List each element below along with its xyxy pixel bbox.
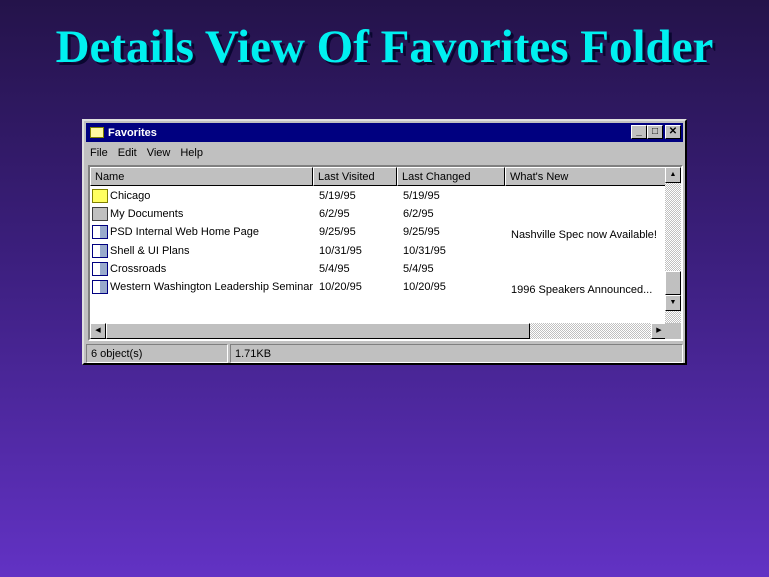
minimize-button[interactable]: _ [631, 125, 647, 139]
slide-title: Details View Of Favorites Folder [55, 21, 714, 73]
item-last-changed: 9/25/95 [403, 226, 440, 239]
item-last-changed: 10/20/95 [403, 281, 446, 293]
status-size: 1.71KB [230, 344, 683, 363]
list-item[interactable]: Chicago 5/19/95 5/19/95 [90, 187, 667, 205]
item-whats-new: 1996 Speakers Announced... [511, 284, 653, 296]
column-headers: Name Last Visited Last Changed What's Ne… [90, 167, 669, 186]
item-last-visited: 9/25/95 [319, 226, 356, 239]
list-item[interactable]: Shell & UI Plans 10/31/95 10/31/95 [90, 242, 667, 260]
menu-bar: File Edit View Help [90, 147, 203, 159]
scroll-corner [665, 323, 681, 339]
menu-view[interactable]: View [147, 147, 171, 159]
scroll-left-button[interactable]: ◀ [90, 323, 106, 339]
item-whats-new: Nashville Spec now Available! [511, 229, 657, 242]
folder-shortcut-icon [92, 189, 108, 203]
scroll-down-button[interactable]: ▼ [665, 295, 681, 311]
file-list: Name Last Visited Last Changed What's Ne… [88, 165, 683, 341]
status-object-count: 6 object(s) [86, 344, 228, 363]
title-bar[interactable]: Favorites _ □ ✕ [86, 123, 683, 142]
close-button[interactable]: ✕ [665, 125, 681, 139]
maximize-button[interactable]: □ [647, 125, 663, 139]
list-item[interactable]: PSD Internal Web Home Page 9/25/95 9/25/… [90, 223, 667, 241]
column-header-last-changed[interactable]: Last Changed [397, 167, 505, 186]
internet-shortcut-icon [92, 243, 108, 258]
item-last-changed: 5/4/95 [403, 262, 434, 275]
window-title: Favorites [108, 126, 157, 139]
menu-edit[interactable]: Edit [118, 147, 137, 159]
status-bar: 6 object(s) 1.71KB [86, 344, 683, 363]
item-name: My Documents [110, 208, 184, 221]
item-last-changed: 10/31/95 [403, 244, 446, 257]
column-header-last-visited[interactable]: Last Visited [313, 167, 397, 186]
item-last-changed: 5/19/95 [403, 190, 440, 202]
horizontal-scrollbar[interactable]: ◀ ▶ [90, 323, 667, 339]
menu-file[interactable]: File [90, 147, 108, 159]
menu-help[interactable]: Help [180, 147, 203, 159]
list-item[interactable]: Western Washington Leadership Seminar 10… [90, 278, 667, 296]
item-name: Chicago [110, 190, 151, 202]
item-last-visited: 10/31/95 [319, 244, 362, 257]
item-last-visited: 10/20/95 [319, 281, 362, 293]
vertical-scrollbar[interactable]: ▲ ▼ [665, 167, 681, 323]
item-last-visited: 5/19/95 [319, 190, 356, 202]
internet-shortcut-icon [92, 225, 108, 240]
list-item[interactable]: My Documents 6/2/95 6/2/95 [90, 205, 667, 223]
list-item[interactable]: Crossroads 5/4/95 5/4/95 [90, 260, 667, 278]
item-last-changed: 6/2/95 [403, 208, 434, 221]
column-header-whats-new[interactable]: What's New [505, 167, 669, 186]
favorites-window: Favorites _ □ ✕ File Edit View Help Name… [82, 119, 687, 365]
internet-shortcut-icon [92, 280, 108, 294]
scroll-up-button[interactable]: ▲ [665, 167, 681, 183]
item-name: Western Washington Leadership Seminar [110, 281, 313, 293]
item-last-visited: 6/2/95 [319, 208, 350, 221]
horizontal-scroll-thumb[interactable] [106, 323, 530, 339]
drive-shortcut-icon [92, 207, 108, 222]
folder-icon [90, 127, 104, 138]
item-name: Crossroads [110, 262, 167, 275]
item-name: PSD Internal Web Home Page [110, 226, 259, 239]
vertical-scroll-thumb[interactable] [665, 271, 681, 295]
item-name: Shell & UI Plans [110, 244, 190, 257]
item-last-visited: 5/4/95 [319, 262, 350, 275]
column-header-name[interactable]: Name [90, 167, 313, 186]
internet-shortcut-icon [92, 261, 108, 276]
